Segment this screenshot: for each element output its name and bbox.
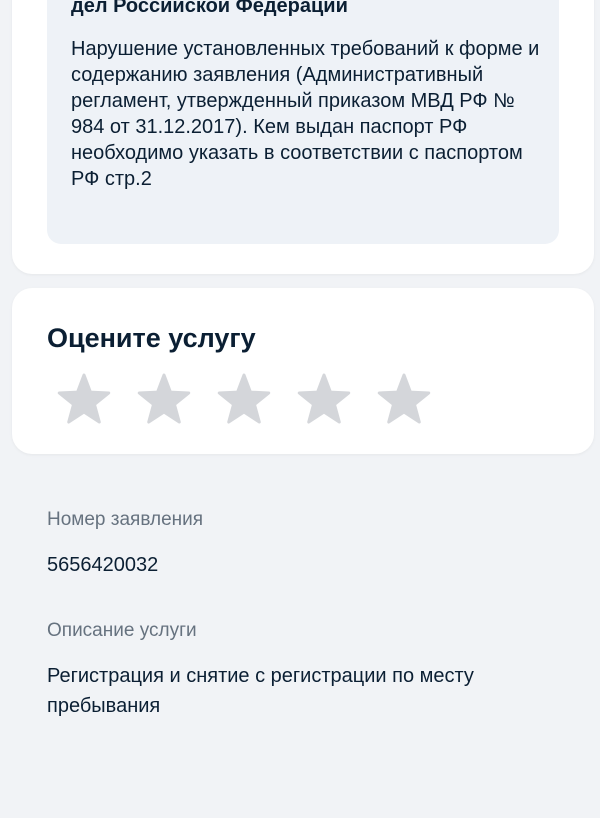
application-number-section: Номер заявления 5656420032 [47,508,567,580]
star-icon-3[interactable] [216,372,272,428]
notice-text: Нарушение установленных требований к фор… [71,38,540,190]
rating-card: Оцените услугу [12,288,594,454]
rating-title: Оцените услугу [47,323,256,353]
star-icon-1[interactable] [56,372,112,428]
status-card: дел Российской Федерации Нарушение устан… [12,0,594,274]
star-rating [56,372,432,428]
application-number-label: Номер заявления [47,509,204,530]
star-icon-2[interactable] [136,372,192,428]
notice-heading: дел Российской Федерации [71,0,348,17]
star-icon-5[interactable] [376,372,432,428]
rejection-notice: дел Российской Федерации Нарушение устан… [47,0,559,244]
star-icon-4[interactable] [296,372,352,428]
service-description-label: Описание услуги [47,620,197,641]
service-description-value: Регистрация и снятие с регистрации по ме… [47,665,474,717]
application-number-value: 5656420032 [47,554,159,576]
service-description-section: Описание услуги Регистрация и снятие с р… [47,619,567,721]
